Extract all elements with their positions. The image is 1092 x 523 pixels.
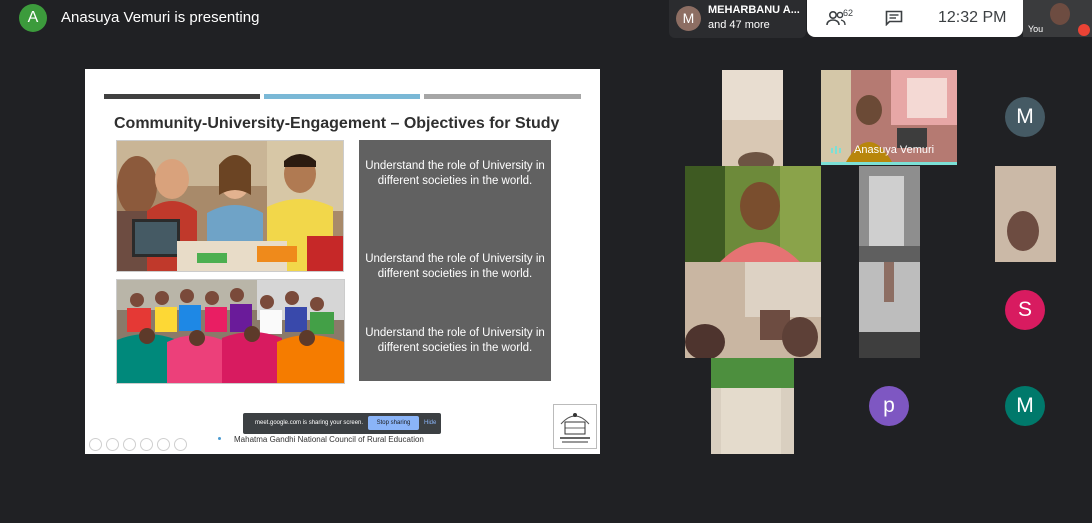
participant-tile-video[interactable] [859,166,920,262]
participant-avatar: M [676,6,701,31]
hide-button[interactable]: Hide [424,420,436,426]
slide-bar-gray [424,94,581,99]
self-view-face [1050,3,1070,25]
participant-more-count: and 47 more [708,19,770,31]
presenting-label: Anasuya Vemuri is presenting [61,9,260,26]
objective-text-2: Understand the role of University in dif… [365,253,545,280]
participant-tile-video[interactable] [711,358,794,454]
slide-bar-dark [104,94,260,99]
stop-sharing-button[interactable]: Stop sharing [368,416,419,430]
slide-prev-icon[interactable] [89,438,102,451]
zoom-icon[interactable] [157,438,170,451]
chat-icon[interactable] [885,10,903,26]
participant-avatar-p[interactable]: p [869,386,909,426]
you-label: You [1028,24,1044,34]
slide-next-icon[interactable] [106,438,119,451]
mic-off-icon [1078,24,1090,36]
objective-text-3: Understand the role of University in dif… [365,327,545,354]
speaking-icon [831,146,841,154]
participant-tile-video[interactable] [685,262,821,358]
objective-text-1: Understand the role of University in dif… [365,160,545,187]
slide-footer: Mahatma Gandhi National Council of Rural… [234,435,424,444]
page-icon[interactable] [140,438,153,451]
presenter-avatar: A [19,4,47,32]
participant-tile-video[interactable] [859,262,920,358]
active-speaker-indicator [821,162,957,165]
objectives-panel: Understand the role of University in dif… [359,140,551,381]
students-photo [116,140,344,272]
people-count: 62 [843,8,854,18]
slide-bar-blue [264,94,420,99]
share-banner-text: meet.google.com is sharing your screen. [255,420,364,426]
participant-avatar-m[interactable]: M [1005,97,1045,137]
participant-name: MEHARBANU A... [708,4,800,16]
more-icon[interactable] [174,438,187,451]
participant-tile-video[interactable] [722,70,783,166]
participant-tile-video[interactable] [995,166,1056,262]
pen-icon[interactable] [123,438,136,451]
council-logo [553,404,597,449]
slide-title: Community-University-Engagement – Object… [114,115,560,132]
speaker-name: Anasuya Vemuri [854,144,935,156]
meeting-clock: 12:32 PM [938,9,1007,26]
participant-tile-video[interactable] [685,166,821,262]
participant-avatar-s[interactable]: S [1005,290,1045,330]
presentation-slide: Community-University-Engagement – Object… [85,69,600,454]
participant-avatar-m2[interactable]: M [1005,386,1045,426]
footer-dot [218,437,221,440]
village-meeting-photo [116,279,345,384]
